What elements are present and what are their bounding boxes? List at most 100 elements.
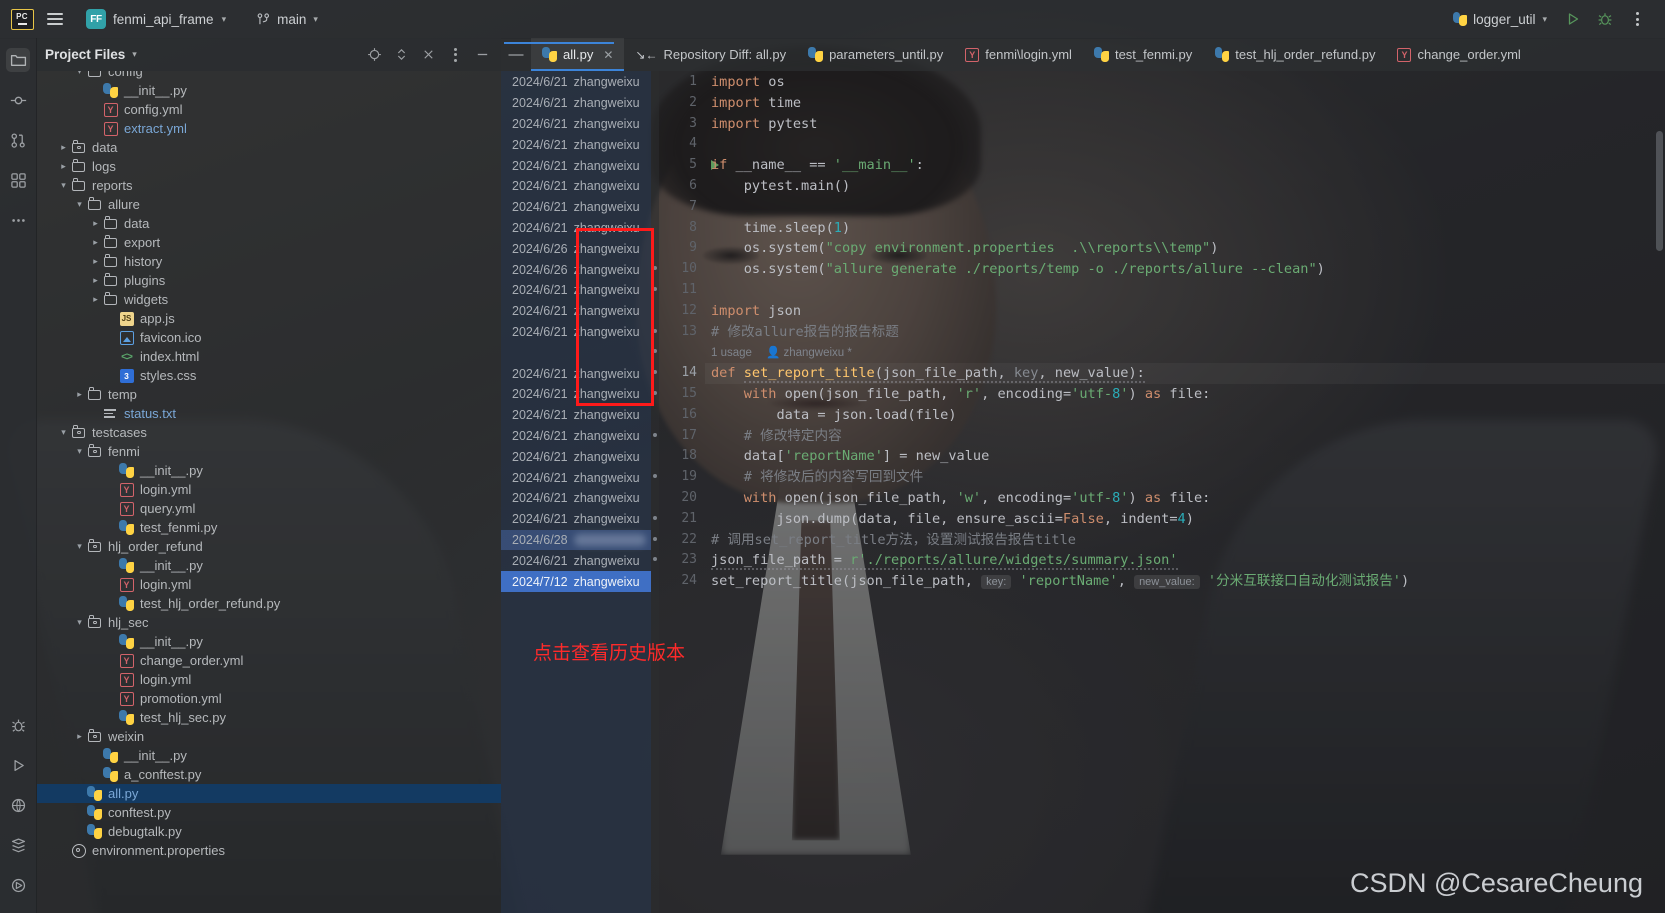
tree-item-logs[interactable]: ▸ logs: [37, 157, 501, 176]
code-line[interactable]: [705, 134, 1665, 155]
annotation-row[interactable]: 2024/6/21 zhangweixu: [501, 280, 651, 301]
close-tab-icon[interactable]: ✕: [603, 48, 613, 62]
code-line[interactable]: json.dump(data, file, ensure_ascii=False…: [705, 509, 1665, 530]
annotation-row[interactable]: 2024/6/21 zhangweixu: [501, 363, 651, 384]
chevron-right-icon[interactable]: ▸: [89, 275, 102, 286]
chevron-down-icon[interactable]: ▾: [73, 617, 86, 628]
code-line[interactable]: [705, 197, 1665, 218]
run-button[interactable]: [1559, 6, 1587, 32]
annotation-row[interactable]: 2024/6/21 zhangweixu: [501, 301, 651, 322]
usage-count-hint[interactable]: 1 usage: [711, 347, 752, 359]
annotation-row[interactable]: 2024/6/21 zhangweixu: [501, 322, 651, 343]
chevron-down-icon[interactable]: ▾: [73, 71, 86, 77]
code-line[interactable]: if __name__ == '__main__':: [705, 155, 1665, 176]
tree-item-login-yml[interactable]: Ylogin.yml: [37, 670, 501, 689]
chevron-right-icon[interactable]: ▸: [89, 218, 102, 229]
sidebar-item-project[interactable]: [6, 48, 30, 72]
tree-item-config-yml[interactable]: Yconfig.yml: [37, 100, 501, 119]
code-line[interactable]: import time: [705, 93, 1665, 114]
code-line[interactable]: data = json.load(file): [705, 405, 1665, 426]
code-line[interactable]: import os: [705, 72, 1665, 93]
tree-item-allure[interactable]: ▾ allure: [37, 195, 501, 214]
sidebar-item-pull-requests[interactable]: [6, 128, 30, 152]
tree-item--init-py[interactable]: __init__.py: [37, 746, 501, 765]
tree-item-test-hlj-sec-py[interactable]: test_hlj_sec.py: [37, 708, 501, 727]
annotation-row[interactable]: 2024/6/21 zhangweixu: [501, 114, 651, 135]
chevron-right-icon[interactable]: ▸: [73, 731, 86, 742]
code-line[interactable]: set_report_title(json_file_path, key: 'r…: [705, 571, 1665, 592]
tree-item-all-py[interactable]: all.py: [37, 784, 501, 803]
annotation-row[interactable]: 2024/6/21 zhangweixu: [501, 93, 651, 114]
tree-item-styles-css[interactable]: 3 styles.css: [37, 366, 501, 385]
chevron-right-icon[interactable]: ▸: [73, 389, 86, 400]
editor-tab-test-fenmi-py[interactable]: test_fenmi.py: [1083, 38, 1203, 71]
tree-item-weixin[interactable]: ▸ weixin: [37, 727, 501, 746]
debug-button[interactable]: [1591, 6, 1619, 32]
chevron-down-icon[interactable]: ▾: [73, 541, 86, 552]
tree-item-reports[interactable]: ▾ reports: [37, 176, 501, 195]
tree-item-login-yml[interactable]: Ylogin.yml: [37, 480, 501, 499]
tree-item-change-order-yml[interactable]: Ychange_order.yml: [37, 651, 501, 670]
panel-options-button[interactable]: [444, 44, 466, 66]
annotation-row[interactable]: 2024/6/21 zhangweixu: [501, 134, 651, 155]
author-hint[interactable]: 👤 zhangweixu *: [766, 347, 852, 359]
annotation-row[interactable]: 2024/7/12 zhangweixu: [501, 571, 651, 592]
run-configuration-selector[interactable]: logger_util ▾: [1444, 9, 1555, 30]
close-panel-button[interactable]: [417, 44, 439, 66]
code-line[interactable]: data['reportName'] = new_value: [705, 446, 1665, 467]
annotation-row[interactable]: 2024/6/21 zhangweixu: [501, 509, 651, 530]
sidebar-item-more[interactable]: [6, 208, 30, 232]
editor-tab-test-hlj-order-refund-py[interactable]: test_hlj_order_refund.py: [1203, 38, 1386, 71]
code-text[interactable]: import os import time import pytest if __na…: [705, 71, 1665, 913]
chevron-right-icon[interactable]: ▸: [57, 161, 70, 172]
hamburger-menu-icon[interactable]: [40, 4, 70, 34]
tree-item-status-txt[interactable]: status.txt: [37, 404, 501, 423]
editor-tab-repository-diff-all-py[interactable]: ↘← Repository Diff: all.py: [624, 38, 797, 71]
git-branch-selector[interactable]: main ▾: [248, 9, 326, 30]
sidebar-item-commit[interactable]: [6, 88, 30, 112]
sidebar-item-run[interactable]: [6, 753, 30, 777]
code-line[interactable]: def set_report_title(json_file_path, key…: [705, 363, 1665, 384]
tree-item-export[interactable]: ▸ export: [37, 233, 501, 252]
tree-item-environment-properties[interactable]: environment.properties: [37, 841, 501, 860]
vertical-scrollbar[interactable]: [1656, 131, 1663, 251]
code-line[interactable]: # 将修改后的内容写回到文件: [705, 467, 1665, 488]
tree-item-login-yml[interactable]: Ylogin.yml: [37, 575, 501, 594]
tree-item--init-py[interactable]: __init__.py: [37, 556, 501, 575]
tree-item-favicon-ico[interactable]: favicon.ico: [37, 328, 501, 347]
tree-item-fenmi[interactable]: ▾ fenmi: [37, 442, 501, 461]
chevron-right-icon[interactable]: ▸: [89, 237, 102, 248]
tree-item-config[interactable]: ▾ config: [37, 71, 501, 81]
tree-item-testcases[interactable]: ▾ testcases: [37, 423, 501, 442]
code-line[interactable]: # 修改特定内容: [705, 426, 1665, 447]
inlay-hint-row[interactable]: 1 usage 👤 zhangweixu *: [705, 342, 1665, 363]
annotation-row[interactable]: 2024/6/26 zhangweixu: [501, 259, 651, 280]
expand-collapse-button[interactable]: [390, 44, 412, 66]
chevron-down-icon[interactable]: ▾: [57, 180, 70, 191]
code-line[interactable]: os.system("copy environment.properties .…: [705, 238, 1665, 259]
annotation-row[interactable]: 2024/6/21 zhangweixu: [501, 446, 651, 467]
tree-item-extract-yml[interactable]: Yextract.yml: [37, 119, 501, 138]
tree-item--init-py[interactable]: __init__.py: [37, 461, 501, 480]
tree-item-history[interactable]: ▸ history: [37, 252, 501, 271]
chevron-down-icon[interactable]: ▾: [132, 49, 137, 60]
tree-item-debugtalk-py[interactable]: debugtalk.py: [37, 822, 501, 841]
vcs-annotation-gutter[interactable]: 2024/6/21 zhangweixu 2024/6/21 zhangweixu 20…: [501, 71, 651, 913]
annotation-row[interactable]: 2024/6/21 zhangweixu: [501, 176, 651, 197]
chevron-down-icon[interactable]: ▾: [73, 446, 86, 457]
annotation-row[interactable]: 2024/6/21 zhangweixu: [501, 550, 651, 571]
code-line[interactable]: # 修改allure报告的报告标题: [705, 322, 1665, 343]
chevron-down-icon[interactable]: ▾: [73, 199, 86, 210]
tree-item-test-fenmi-py[interactable]: test_fenmi.py: [37, 518, 501, 537]
code-line[interactable]: # 调用set_report_title方法，设置测试报告报告title: [705, 530, 1665, 551]
editor-tab-fenmi-login-yml[interactable]: Yfenmi\login.yml: [954, 38, 1083, 71]
tree-item-hlj-order-refund[interactable]: ▾ hlj_order_refund: [37, 537, 501, 556]
tree-item-hlj-sec[interactable]: ▾ hlj_sec: [37, 613, 501, 632]
annotation-row[interactable]: 2024/6/28: [501, 529, 651, 551]
tree-item-plugins[interactable]: ▸ plugins: [37, 271, 501, 290]
code-line[interactable]: import json: [705, 301, 1665, 322]
sidebar-item-debug[interactable]: [6, 713, 30, 737]
annotation-row[interactable]: 2024/6/21 zhangweixu: [501, 384, 651, 405]
tree-item-data[interactable]: ▸ data: [37, 138, 501, 157]
sidebar-item-structure[interactable]: [6, 168, 30, 192]
